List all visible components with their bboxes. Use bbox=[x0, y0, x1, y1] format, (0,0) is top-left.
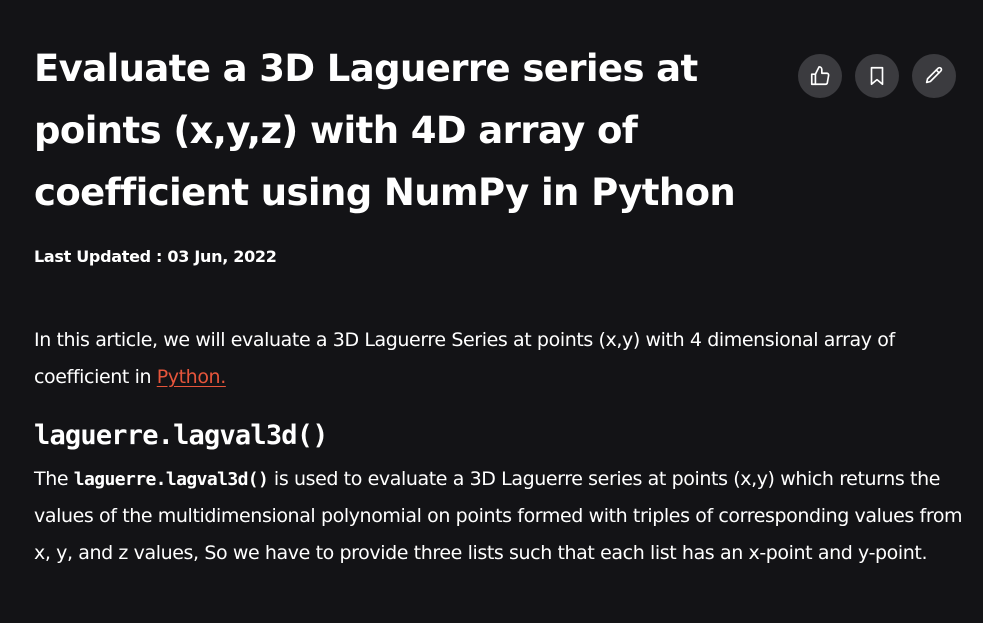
article-title: Evaluate a 3D Laguerre series at points … bbox=[34, 47, 736, 214]
bookmark-icon bbox=[870, 66, 884, 86]
intro-paragraph: In this article, we will evaluate a 3D L… bbox=[34, 322, 964, 396]
inline-code: laguerre.lagval3d() bbox=[73, 469, 269, 490]
bookmark-button[interactable] bbox=[855, 54, 899, 98]
description-paragraph: The laguerre.lagval3d() is used to evalu… bbox=[34, 461, 964, 572]
pencil-icon bbox=[925, 66, 943, 84]
article-container: Evaluate a 3D Laguerre series at points … bbox=[0, 0, 983, 623]
edit-button[interactable] bbox=[912, 54, 956, 98]
python-link[interactable]: Python. bbox=[157, 366, 227, 388]
article-actions bbox=[798, 54, 956, 98]
thumbs-up-icon bbox=[810, 66, 830, 86]
desc-prefix: The bbox=[34, 468, 74, 490]
last-updated: Last Updated : 03 Jun, 2022 bbox=[34, 247, 277, 266]
like-button[interactable] bbox=[798, 54, 842, 98]
section-heading: laguerre.lagval3d() bbox=[34, 420, 328, 451]
